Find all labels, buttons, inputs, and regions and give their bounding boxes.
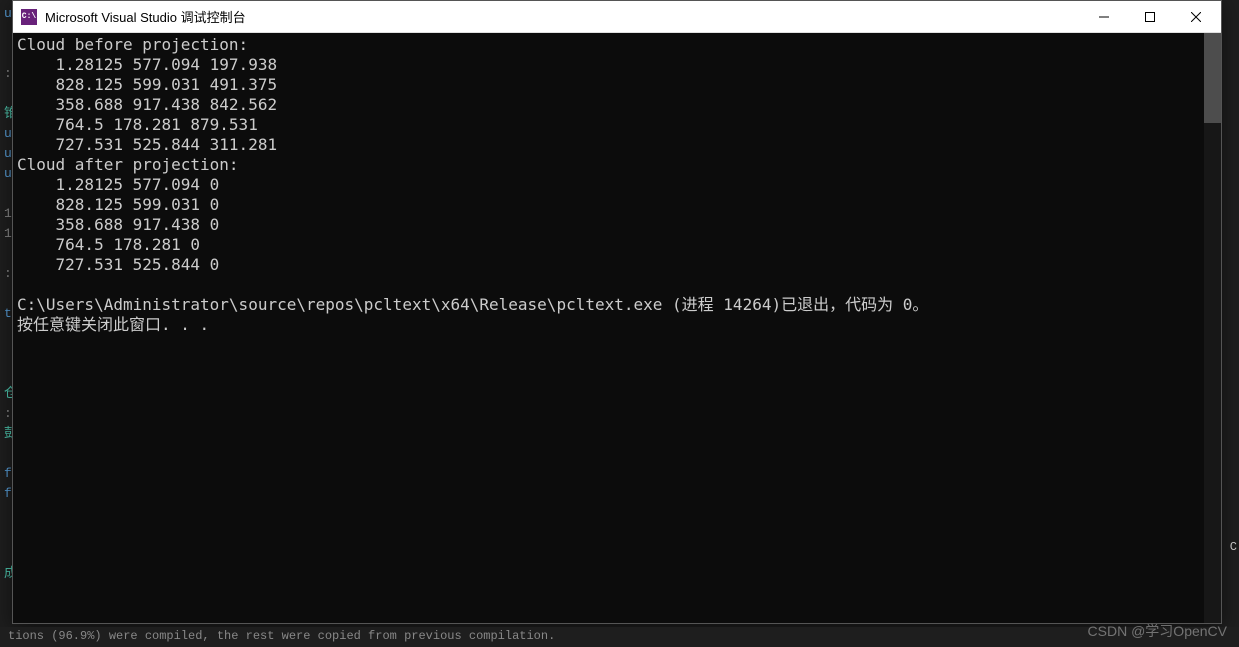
console-window: C:\ Microsoft Visual Studio 调试控制台 Cloud … [12,0,1222,624]
title-bar[interactable]: C:\ Microsoft Visual Studio 调试控制台 [13,1,1221,33]
window-controls [1081,1,1219,32]
ide-status-bar: tions (96.9%) were compiled, the rest we… [0,627,1239,647]
maximize-button[interactable] [1127,1,1173,33]
console-body[interactable]: Cloud before projection: 1.28125 577.094… [13,33,1221,623]
watermark: CSDN @学习OpenCV [1088,621,1227,641]
scrollbar-track[interactable] [1204,33,1221,623]
minimize-button[interactable] [1081,1,1127,33]
window-title: Microsoft Visual Studio 调试控制台 [45,7,1081,26]
scrollbar-thumb[interactable] [1204,33,1221,123]
maximize-icon [1145,12,1155,22]
close-icon [1191,12,1201,22]
console-output: Cloud before projection: 1.28125 577.094… [13,33,1221,337]
minimize-icon [1099,12,1109,22]
app-icon: C:\ [21,9,37,25]
background-right-char: C [1230,540,1237,554]
close-button[interactable] [1173,1,1219,33]
